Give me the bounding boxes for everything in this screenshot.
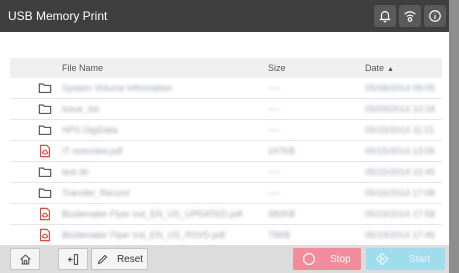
reset-button[interactable]: Reset	[91, 248, 148, 270]
usb-memory-print-screen: USB Memory Print File Name Size Date ▲ S…	[0, 0, 449, 273]
file-table-header: File Name Size Date ▲	[10, 58, 442, 78]
file-name: HPS DigiData	[62, 125, 118, 135]
file-size: 247KB	[268, 146, 296, 156]
stop-label: Stop	[330, 253, 351, 265]
file-name: Bizdemater Flyer Ind_EN_US_UPDATED.pdf	[62, 209, 243, 219]
file-list: System Volume Information ---- 05/08/2014 …	[10, 78, 442, 252]
folder-icon	[38, 104, 52, 114]
wifi-settings-icon	[404, 11, 416, 22]
title-bar: USB Memory Print	[0, 0, 449, 32]
folder-icon	[38, 125, 52, 135]
file-date: 05/15/2014 13:05	[365, 146, 436, 156]
file-name: test dir	[62, 167, 90, 177]
file-name: Bizdemater Flyer Ind_EN_US_RSVD.pdf	[62, 230, 226, 240]
file-row[interactable]: issue_list ---- 05/09/2014 10:18	[10, 99, 442, 120]
home-icon	[19, 253, 31, 264]
pencil-reset-icon	[97, 254, 108, 264]
titlebar-icons	[374, 5, 446, 27]
home-button[interactable]	[10, 248, 40, 270]
file-size: 382KB	[268, 209, 296, 219]
file-row[interactable]: IT overview.pdf 247KB 05/15/2014 13:05	[10, 141, 442, 162]
stop-button[interactable]: Stop	[293, 248, 361, 270]
file-row[interactable]: Bizdemater Flyer Ind_EN_US_UPDATED.pdf 38…	[10, 204, 442, 225]
pdf-file-icon	[40, 144, 50, 158]
file-date: 05/09/2014 10:18	[365, 104, 436, 114]
file-size: 75KB	[268, 230, 291, 240]
folder-icon	[38, 167, 52, 177]
file-name: issue_list	[62, 104, 100, 114]
side-scroll-bar	[449, 0, 459, 273]
column-header-date[interactable]: Date ▲	[365, 63, 394, 73]
file-date: 05/15/2014 15:45	[365, 167, 436, 177]
file-size: ----	[268, 83, 280, 93]
start-button[interactable]: Start	[366, 248, 445, 270]
stop-icon	[303, 253, 315, 265]
file-size: ----	[268, 125, 280, 135]
start-label: Start	[409, 253, 431, 265]
column-header-size[interactable]: Size	[268, 63, 286, 73]
wifi-settings-button[interactable]	[399, 5, 421, 27]
start-icon	[375, 252, 389, 266]
file-date: 05/08/2014 09:05	[365, 83, 436, 93]
usb-eject-icon	[67, 253, 78, 265]
info-button[interactable]	[424, 5, 446, 27]
usb-eject-button[interactable]	[58, 248, 88, 270]
file-name: System Volume Information	[62, 83, 173, 93]
column-header-name[interactable]: File Name	[62, 63, 103, 73]
reset-label: Reset	[116, 253, 144, 265]
file-name: IT overview.pdf	[62, 146, 123, 156]
folder-icon	[38, 188, 52, 198]
file-date: 05/16/2014 17:08	[365, 188, 436, 198]
file-name: Transfer_Record	[62, 188, 130, 198]
pdf-file-icon	[40, 228, 50, 242]
bell-button[interactable]	[374, 5, 396, 27]
file-size: ----	[268, 188, 280, 198]
folder-icon	[38, 83, 52, 93]
file-row[interactable]: Bizdemater Flyer Ind_EN_US_RSVD.pdf 75KB 0…	[10, 225, 442, 246]
file-date: 05/15/2014 11:21	[365, 125, 435, 135]
bell-icon	[379, 11, 391, 23]
file-size: ----	[268, 104, 280, 114]
file-size: ----	[268, 167, 280, 177]
column-header-date-label: Date	[365, 63, 385, 73]
info-icon	[429, 10, 441, 22]
file-date: 05/19/2014 17:45	[365, 230, 436, 240]
file-row[interactable]: System Volume Information ---- 05/08/2014 …	[10, 78, 442, 99]
pdf-file-icon	[40, 207, 50, 221]
bottom-toolbar: Reset Stop Start	[0, 245, 449, 273]
file-date: 05/19/2014 17:58	[365, 209, 436, 219]
window-title: USB Memory Print	[8, 9, 108, 23]
file-row[interactable]: Transfer_Record ---- 05/16/2014 17:08	[10, 183, 442, 204]
file-row[interactable]: HPS DigiData ---- 05/15/2014 11:21	[10, 120, 442, 141]
file-row[interactable]: test dir ---- 05/15/2014 15:45	[10, 162, 442, 183]
sort-ascending-icon: ▲	[387, 66, 394, 73]
